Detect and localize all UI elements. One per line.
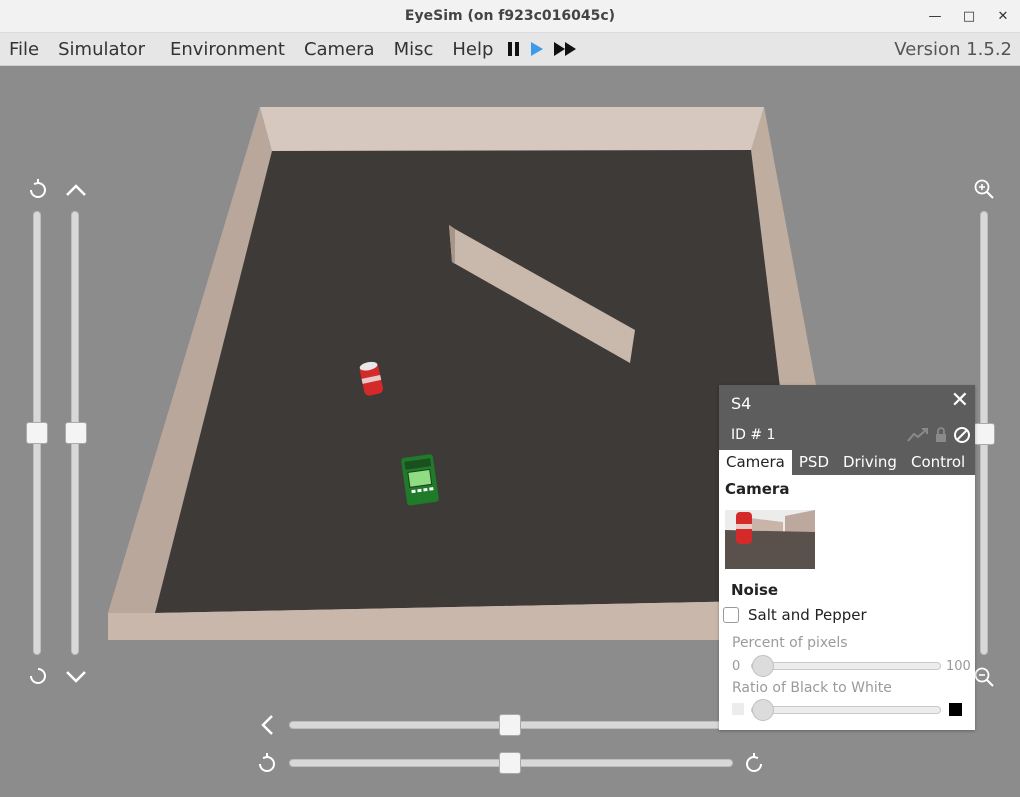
- robot-s4: [401, 454, 439, 506]
- salt-pepper-checkbox[interactable]: [723, 607, 739, 623]
- chevron-left-icon[interactable]: [258, 713, 278, 737]
- chevron-up-icon[interactable]: [64, 180, 88, 200]
- menu-help[interactable]: Help: [452, 39, 493, 60]
- pause-icon[interactable]: [507, 41, 521, 57]
- rotate-cw-icon[interactable]: [26, 664, 50, 688]
- ratio-label: Ratio of Black to White: [732, 680, 892, 696]
- rotate-ccw-icon[interactable]: [26, 178, 50, 202]
- lock-icon[interactable]: [935, 427, 947, 443]
- transport-controls: [507, 41, 579, 57]
- menu-camera[interactable]: Camera: [304, 39, 375, 60]
- pan-slider-knob[interactable]: [499, 714, 521, 736]
- arena-wall-back: [260, 107, 764, 151]
- tab-psd[interactable]: PSD: [792, 450, 836, 475]
- zoom-in-icon[interactable]: [973, 178, 995, 200]
- ratio-slider-track[interactable]: [751, 706, 941, 714]
- zoom-out-icon[interactable]: [973, 666, 995, 688]
- robot-panel-tabs: Camera PSD Driving Control: [719, 450, 975, 475]
- fast-forward-icon[interactable]: [553, 41, 579, 57]
- window-title: EyeSim (on f923c016045c): [404, 8, 616, 24]
- chevron-down-icon[interactable]: [64, 667, 88, 687]
- close-icon[interactable]: ✕: [951, 388, 969, 413]
- robot-name: S4: [731, 394, 752, 413]
- robot-panel: S4 ✕ ID # 1 Camera PSD Driving Control C…: [719, 385, 975, 730]
- version-label: Version 1.5.2: [894, 39, 1012, 60]
- salt-pepper-row: Salt and Pepper: [723, 606, 867, 624]
- menu-environment[interactable]: Environment: [170, 39, 285, 60]
- robot-id: ID # 1: [731, 427, 776, 443]
- menu-bar: File Simulator Environment Camera Misc H…: [0, 33, 1020, 66]
- percent-min-label: 0: [732, 659, 741, 674]
- percent-slider-knob[interactable]: [752, 655, 774, 677]
- camera-section-title: Camera: [725, 480, 790, 498]
- menu-simulator[interactable]: Simulator: [58, 39, 145, 60]
- ratio-slider-knob[interactable]: [752, 699, 774, 721]
- minimize-icon[interactable]: —: [918, 0, 952, 33]
- salt-pepper-label: Salt and Pepper: [748, 606, 867, 624]
- robot-action-icons: [907, 426, 971, 444]
- robot-id-row: ID # 1: [719, 423, 975, 450]
- black-swatch: [949, 703, 962, 716]
- menu-file[interactable]: File: [9, 39, 39, 60]
- percent-pixels-label: Percent of pixels: [732, 635, 848, 651]
- disable-icon[interactable]: [953, 426, 971, 444]
- noise-section-title: Noise: [731, 581, 779, 599]
- camera-preview-image: [725, 510, 815, 569]
- rotation-slider-knob[interactable]: [26, 422, 48, 444]
- play-icon[interactable]: [529, 41, 545, 57]
- title-bar: EyeSim (on f923c016045c) — □ ✕: [0, 0, 1020, 33]
- tab-driving[interactable]: Driving: [836, 450, 904, 475]
- percent-max-label: 100: [946, 659, 971, 674]
- zoom-slider-knob[interactable]: [973, 423, 995, 445]
- white-swatch: [732, 703, 744, 715]
- percent-slider-track[interactable]: [751, 662, 941, 670]
- rotate-right-icon[interactable]: [742, 752, 766, 776]
- tab-control[interactable]: Control: [904, 450, 972, 475]
- robot-panel-header: S4 ✕: [719, 385, 975, 423]
- tab-camera[interactable]: Camera: [719, 450, 792, 475]
- menu-misc[interactable]: Misc: [394, 39, 434, 60]
- close-window-icon[interactable]: ✕: [986, 0, 1020, 33]
- rotate-left-icon[interactable]: [255, 752, 279, 776]
- orbit-slider-knob[interactable]: [499, 752, 521, 774]
- camera-preview: [725, 510, 815, 569]
- maximize-icon[interactable]: □: [952, 0, 986, 33]
- tilt-slider-knob[interactable]: [65, 422, 87, 444]
- trend-icon[interactable]: [907, 427, 929, 443]
- window-controls: — □ ✕: [918, 0, 1020, 33]
